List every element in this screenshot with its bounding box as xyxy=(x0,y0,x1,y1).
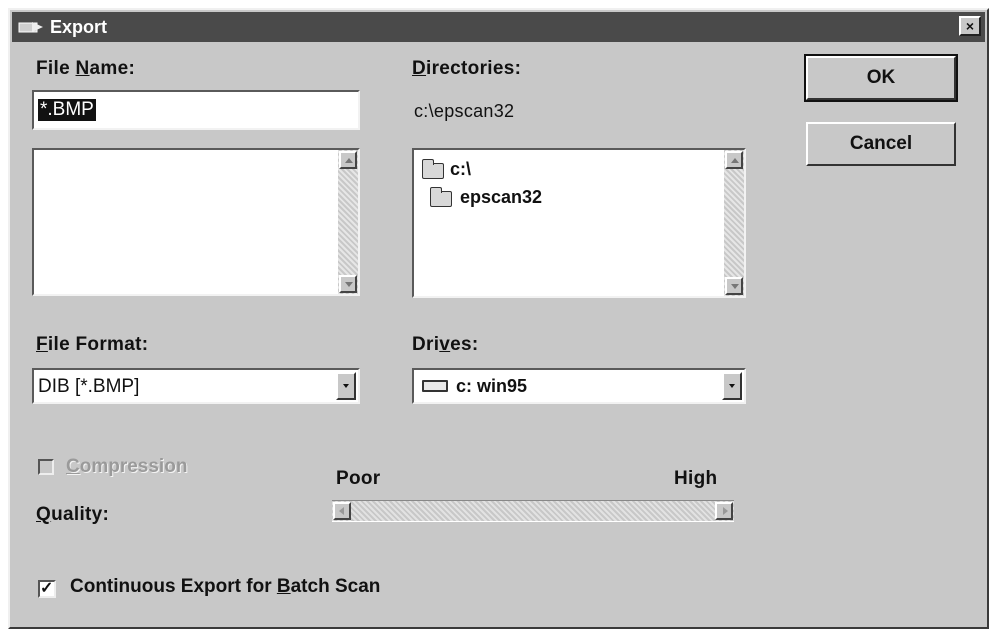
file-format-select[interactable]: DIB [*.BMP] xyxy=(32,368,360,404)
current-directory: c:\epscan32 xyxy=(414,101,515,121)
export-dialog: Export × File Name: *.BMP Directories: c… xyxy=(8,8,989,629)
compression-checkbox[interactable]: Compression xyxy=(36,456,256,480)
title-bar: Export × xyxy=(12,12,985,42)
folder-open-icon xyxy=(422,159,444,179)
directory-item-label: epscan32 xyxy=(460,187,543,207)
file-name-value: *.BMP xyxy=(38,99,96,121)
compression-checkbox-box[interactable] xyxy=(38,459,54,475)
quality-label: Quality: xyxy=(36,504,110,525)
quality-min-label: Poor xyxy=(336,468,381,489)
continuous-export-checkbox-box[interactable]: ✓ xyxy=(38,580,56,598)
window-title: Export xyxy=(50,17,108,37)
compression-label: Compression xyxy=(66,456,188,477)
file-format-label: File Format: xyxy=(36,334,149,355)
check-icon: ✓ xyxy=(40,580,54,597)
scroll-down-arrow-icon[interactable] xyxy=(725,277,743,295)
directory-item[interactable]: c:\ xyxy=(422,158,702,180)
cancel-button[interactable]: Cancel xyxy=(806,122,956,166)
dropdown-arrow-icon[interactable] xyxy=(722,372,742,400)
scroll-up-arrow-icon[interactable] xyxy=(339,151,357,169)
ok-button[interactable]: OK xyxy=(804,54,958,102)
file-name-input[interactable]: *.BMP xyxy=(32,90,360,130)
directory-list[interactable]: c:\ epscan32 xyxy=(412,148,746,298)
quality-max-label: High xyxy=(674,468,718,489)
close-icon[interactable]: × xyxy=(959,16,981,36)
folder-open-icon xyxy=(430,187,452,207)
scroll-down-arrow-icon[interactable] xyxy=(339,275,357,293)
file-format-value: DIB [*.BMP] xyxy=(38,376,140,397)
drives-value: c: win95 xyxy=(456,376,528,396)
slider-right-arrow-icon[interactable] xyxy=(715,502,733,520)
file-name-label: File Name: xyxy=(36,58,136,79)
drives-label: Drives: xyxy=(412,334,479,355)
dropdown-arrow-icon[interactable] xyxy=(336,372,356,400)
drives-select[interactable]: c: win95 xyxy=(412,368,746,404)
quality-slider[interactable] xyxy=(332,500,734,522)
directory-item[interactable]: epscan32 xyxy=(430,186,710,208)
drive-icon xyxy=(422,380,448,392)
slider-left-arrow-icon[interactable] xyxy=(333,502,351,520)
continuous-export-label: Continuous Export for Batch Scan xyxy=(70,576,381,597)
scroll-up-arrow-icon[interactable] xyxy=(725,151,743,169)
app-icon xyxy=(18,22,43,33)
directory-item-label: c:\ xyxy=(450,159,472,179)
file-list[interactable] xyxy=(32,148,360,296)
directories-label: Directories: xyxy=(412,58,522,79)
file-list-scrollbar[interactable] xyxy=(338,150,358,294)
continuous-export-checkbox[interactable]: ✓ Continuous Export for Batch Scan xyxy=(36,576,496,602)
directory-list-scrollbar[interactable] xyxy=(724,150,744,296)
